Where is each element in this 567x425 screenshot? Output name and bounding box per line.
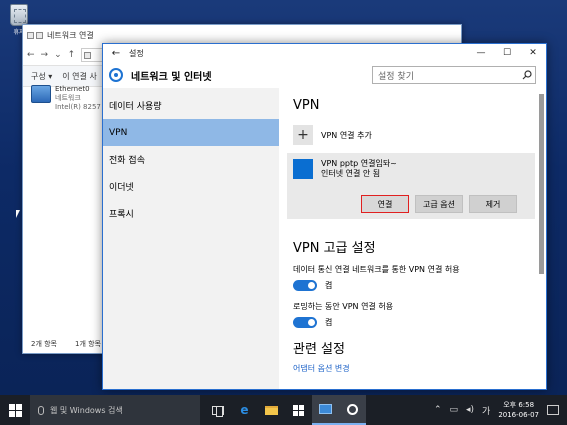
- sidebar-item-dial-up[interactable]: 전화 접속: [103, 146, 279, 173]
- quick-access-icon[interactable]: [36, 31, 43, 39]
- vpn-connection-name: VPN pptp 연결임돠~: [321, 159, 397, 168]
- settings-sidebar: 데이터 사용량 VPN 전화 접속 이더넷 프록시: [103, 88, 279, 389]
- explorer-title-icons: [27, 31, 43, 39]
- chevron-down-icon[interactable]: ⌄: [54, 50, 62, 60]
- task-view-button[interactable]: [204, 395, 231, 425]
- add-vpn-connection[interactable]: + VPN 연결 추가: [293, 125, 546, 145]
- sidebar-item-vpn[interactable]: VPN: [103, 119, 279, 146]
- metered-network-toggle[interactable]: [293, 280, 317, 291]
- network-icon[interactable]: ▭: [449, 405, 458, 415]
- settings-window: ← 설정 — ☐ ✕ 네트워크 및 인터넷 설정 찾기 데이터 사용량 VPN …: [102, 43, 547, 390]
- windows-logo-icon: [8, 403, 22, 417]
- roaming-toggle-state: 켬: [325, 318, 333, 327]
- action-center-icon[interactable]: [547, 405, 559, 415]
- adapter-name: Ethernet0: [55, 85, 90, 93]
- page-title: 네트워크 및 인터넷: [131, 71, 212, 83]
- search-icon[interactable]: [519, 67, 535, 83]
- forward-arrow-icon[interactable]: →: [41, 50, 49, 60]
- taskbar-search-box[interactable]: 웹 및 Windows 검색: [30, 395, 200, 425]
- file-explorer-button[interactable]: [258, 395, 285, 425]
- search-placeholder: 설정 찾기: [378, 71, 414, 82]
- back-arrow-icon[interactable]: ←: [27, 50, 35, 60]
- add-vpn-label: VPN 연결 추가: [321, 130, 372, 140]
- edge-button[interactable]: e: [231, 395, 258, 425]
- maximize-button[interactable]: ☐: [494, 44, 520, 62]
- vpn-connection-status: 인터넷 연결 안 됨: [321, 169, 381, 178]
- adapter-network: 네트워크: [55, 94, 81, 102]
- explorer-status-bar: 2개 항목 1개 항목 선: [31, 339, 110, 349]
- window-controls: — ☐ ✕: [468, 44, 546, 62]
- vpn-card-buttons: 연결 고급 옵션 제거: [361, 195, 517, 213]
- input-language-indicator[interactable]: 가: [482, 404, 490, 417]
- settings-titlebar: ← 설정 — ☐ ✕: [103, 44, 546, 62]
- vpn-connection-icon: [293, 159, 313, 179]
- task-view-icon: [211, 405, 224, 417]
- related-settings-title: 관련 설정: [293, 342, 345, 357]
- change-adapter-options-link[interactable]: 어댑터 옵션 변경: [293, 363, 546, 374]
- settings-window-title: 설정: [129, 48, 144, 58]
- taskbar-apps: e: [204, 395, 366, 425]
- settings-header: 네트워크 및 인터넷 설정 찾기: [103, 62, 546, 88]
- ethernet-adapter-item[interactable]: Ethernet0 네트워크 Intel(R) 8257: [31, 85, 101, 112]
- vpn-content: VPN + VPN 연결 추가 VPN pptp 연결임돠~ 인터넷 연결 안 …: [279, 88, 546, 389]
- clock[interactable]: 오후 6:58 2016-06-07: [498, 400, 539, 420]
- roaming-toggle[interactable]: [293, 317, 317, 328]
- clock-date: 2016-06-07: [498, 411, 539, 419]
- microphone-icon[interactable]: [38, 405, 44, 415]
- remove-button[interactable]: 제거: [469, 195, 517, 213]
- close-button[interactable]: ✕: [520, 44, 546, 62]
- connect-button[interactable]: 연결: [361, 195, 409, 213]
- advanced-options-button[interactable]: 고급 옵션: [415, 195, 463, 213]
- organize-button[interactable]: 구성 ▾: [31, 71, 52, 82]
- recycle-bin-graphic: [10, 4, 28, 26]
- up-arrow-icon[interactable]: ↑: [68, 50, 76, 60]
- network-small-icon: [84, 51, 92, 59]
- taskbar: 웹 및 Windows 검색 e ⌃ ▭ ◂) 가 오후 6:58 2016-0…: [0, 395, 567, 425]
- chevron-up-icon[interactable]: ⌃: [434, 405, 442, 415]
- store-button[interactable]: [285, 395, 312, 425]
- vpn-section-title: VPN: [293, 98, 320, 113]
- roaming-label: 로밍하는 동안 VPN 연결 허용: [293, 302, 394, 311]
- sidebar-item-data-usage[interactable]: 데이터 사용량: [103, 92, 279, 119]
- network-window-icon: [319, 404, 332, 414]
- mouse-cursor-icon: [16, 210, 20, 218]
- volume-icon[interactable]: ◂): [466, 405, 474, 415]
- store-icon: [293, 404, 304, 416]
- folder-small-icon: [27, 31, 34, 39]
- advanced-settings-title: VPN 고급 설정: [293, 241, 376, 256]
- plus-icon: +: [293, 125, 313, 145]
- system-tray: ⌃ ▭ ◂) 가 오후 6:58 2016-06-07: [434, 400, 567, 420]
- explorer-title: 네트워크 연결: [47, 30, 94, 40]
- search-input[interactable]: 설정 찾기: [372, 66, 536, 84]
- gear-icon: [347, 403, 358, 415]
- edge-icon: e: [240, 403, 249, 417]
- settings-taskbar-button[interactable]: [339, 395, 366, 425]
- back-arrow-icon[interactable]: ←: [103, 48, 129, 59]
- metered-network-label: 데이터 통신 연결 네트워크를 통한 VPN 연결 허용: [293, 265, 460, 274]
- taskbar-search-placeholder: 웹 및 Windows 검색: [50, 405, 123, 415]
- explorer-titlebar: 네트워크 연결: [23, 25, 461, 45]
- status-item-count: 2개 항목: [31, 340, 57, 348]
- folder-icon: [265, 405, 278, 415]
- metered-toggle-state: 켬: [325, 281, 333, 290]
- gear-icon: [109, 68, 123, 82]
- network-adapter-icon: [31, 85, 51, 103]
- clock-time: 오후 6:58: [503, 401, 535, 409]
- minimize-button[interactable]: —: [468, 44, 494, 62]
- sidebar-item-ethernet[interactable]: 이더넷: [103, 173, 279, 200]
- network-connections-taskbar-button[interactable]: [312, 395, 339, 425]
- vpn-connection-card[interactable]: VPN pptp 연결임돠~ 인터넷 연결 안 됨 연결 고급 옵션 제거: [287, 153, 535, 219]
- connect-using-button[interactable]: 이 연결 사: [62, 71, 97, 82]
- adapter-device: Intel(R) 8257: [55, 103, 101, 111]
- start-button[interactable]: [0, 395, 30, 425]
- scrollbar[interactable]: [539, 94, 544, 274]
- sidebar-item-proxy[interactable]: 프록시: [103, 200, 279, 227]
- settings-body: 데이터 사용량 VPN 전화 접속 이더넷 프록시 VPN + VPN 연결 추…: [103, 88, 546, 389]
